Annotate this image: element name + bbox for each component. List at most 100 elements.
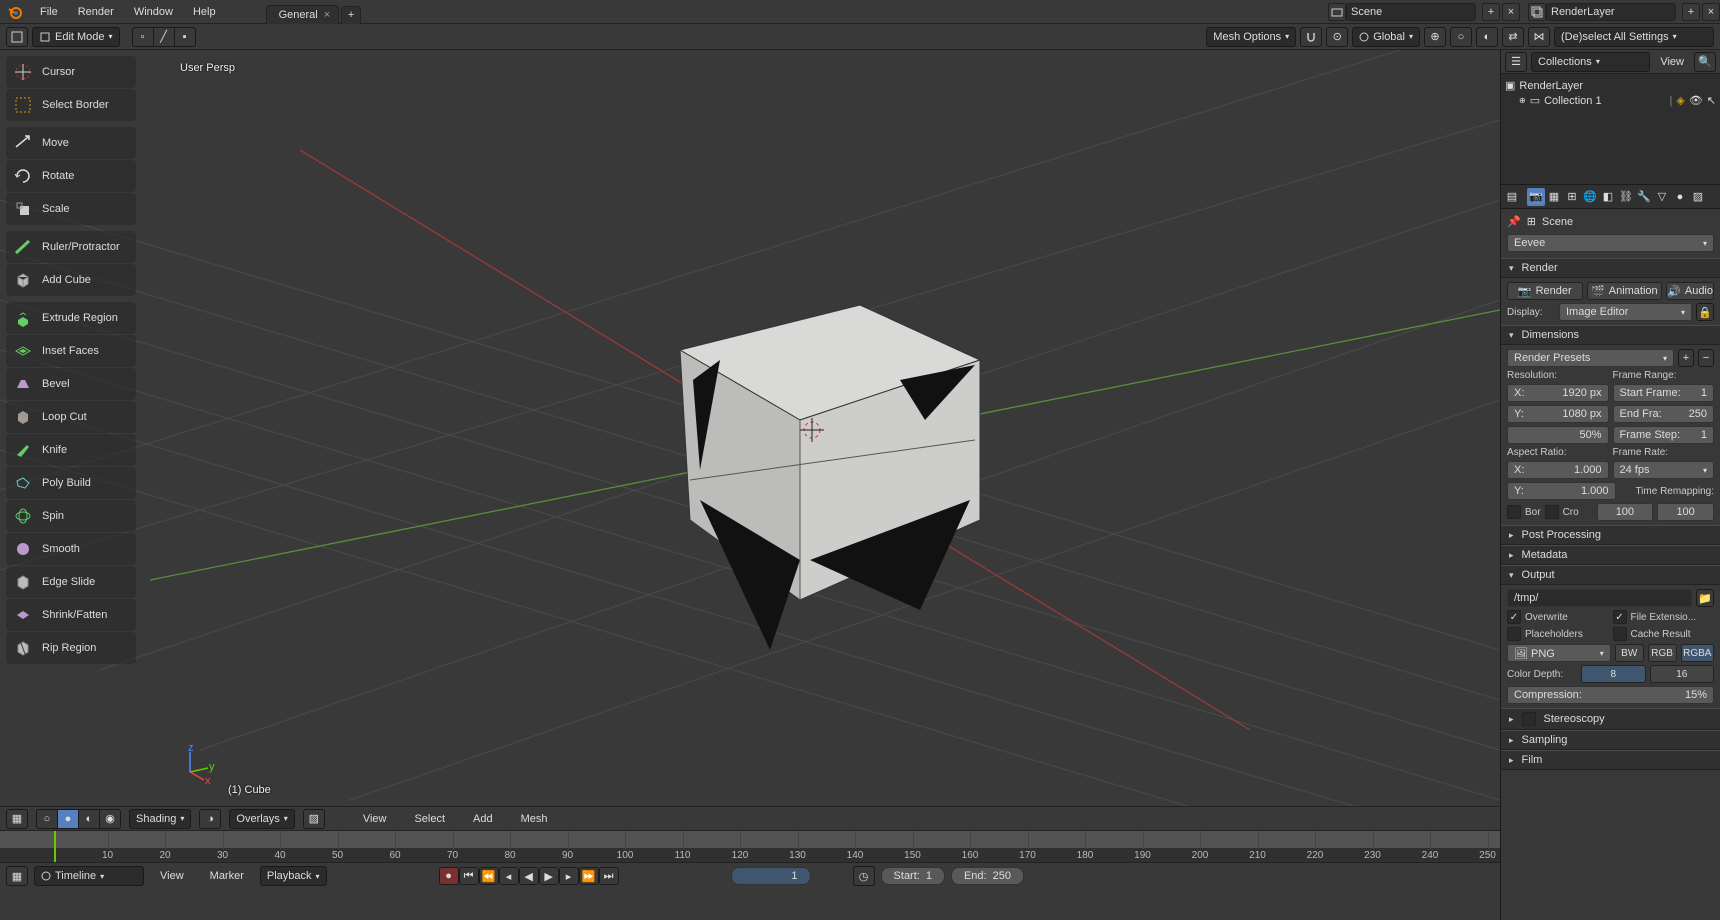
3d-viewport[interactable]: Cursor Select Border Move Rotate Scale R… [0, 50, 1500, 806]
keyframe-prev-icon[interactable]: ⏪ [479, 867, 499, 885]
mesh-options-dropdown[interactable]: Mesh Options▾ [1206, 27, 1296, 47]
format-dropdown[interactable]: 🖼 PNG▾ [1507, 644, 1611, 662]
texture-tab-icon[interactable]: ▨ [1689, 188, 1707, 206]
menu-window[interactable]: Window [124, 0, 183, 24]
tool-select-border[interactable]: Select Border [6, 89, 136, 121]
menu-tl-marker[interactable]: Marker [200, 864, 254, 888]
editor-type-icon[interactable]: ▦ [6, 866, 28, 886]
menu-add[interactable]: Add [463, 807, 503, 831]
panel-metadata-header[interactable]: Metadata [1501, 545, 1720, 565]
play-icon[interactable]: ▶ [539, 867, 559, 885]
mirror-icon[interactable]: ⇄ [1502, 27, 1524, 47]
xray-icon[interactable]: ▨ [303, 809, 325, 829]
aspect-y-field[interactable]: Y:1.000 [1507, 482, 1616, 500]
solid-icon[interactable]: ● [57, 809, 79, 829]
panel-render-header[interactable]: Render [1501, 258, 1720, 278]
render-tab-icon[interactable]: 📷 [1527, 188, 1545, 206]
resolution-pct-field[interactable]: 50% [1507, 426, 1609, 444]
depth16-button[interactable]: 16 [1650, 665, 1715, 683]
frame-step-field[interactable]: Frame Step:1 [1613, 426, 1715, 444]
outliner-mode-dropdown[interactable]: Collections▾ [1531, 52, 1650, 72]
jump-end-icon[interactable]: ⏭ [599, 867, 619, 885]
end-frame-field[interactable]: End:250 [951, 867, 1024, 885]
add-preset-icon[interactable]: + [1678, 349, 1694, 367]
overlays-dropdown[interactable]: Overlays▾ [229, 809, 294, 829]
tool-rotate[interactable]: Rotate [6, 160, 136, 192]
select-cursor-icon[interactable]: ↖ [1707, 94, 1716, 107]
play-reverse-icon[interactable]: ◀ [519, 867, 539, 885]
vertex-select-icon[interactable]: ▫ [132, 27, 154, 47]
audio-button[interactable]: 🔊Audio [1666, 282, 1714, 300]
current-frame-field[interactable]: 1 [731, 867, 811, 885]
layers-tab-icon[interactable]: ▦ [1545, 188, 1563, 206]
renderlayer-selector[interactable]: RenderLayer [1546, 3, 1676, 21]
close-icon[interactable]: × [324, 9, 330, 21]
tool-bevel[interactable]: Bevel [6, 368, 136, 400]
tool-cursor[interactable]: Cursor [6, 56, 136, 88]
pivot-icon[interactable]: ⊕ [1424, 27, 1446, 47]
edge-select-icon[interactable]: ╱ [153, 27, 175, 47]
scene-add-icon[interactable]: + [1482, 3, 1500, 21]
material-tab-icon[interactable]: ● [1671, 188, 1689, 206]
renderlayer-icon[interactable] [1528, 3, 1546, 21]
tool-rip[interactable]: Rip Region [6, 632, 136, 664]
outliner-type-icon[interactable]: ☰ [1505, 52, 1527, 72]
bw-button[interactable]: BW [1615, 644, 1644, 662]
scene-selector[interactable]: Scene [1346, 3, 1476, 21]
render-engine-dropdown[interactable]: Eevee▾ [1507, 234, 1714, 252]
resolution-x-field[interactable]: X:1920 px [1507, 384, 1609, 402]
panel-dimensions-header[interactable]: Dimensions [1501, 325, 1720, 345]
render-button[interactable]: 📷Render [1507, 282, 1583, 300]
lock-icon[interactable]: 🔒 [1696, 303, 1714, 321]
playhead[interactable] [54, 831, 56, 862]
overlay-toggle-icon[interactable]: ◑ [199, 809, 221, 829]
tool-move[interactable]: Move [6, 127, 136, 159]
resolution-y-field[interactable]: Y:1080 px [1507, 405, 1609, 423]
outliner-view-menu[interactable]: View [1654, 50, 1690, 74]
menu-help[interactable]: Help [183, 0, 226, 24]
visibility-icon[interactable]: 👁 [1689, 94, 1703, 107]
keyframe-next-icon[interactable]: ⏩ [579, 867, 599, 885]
tool-extrude[interactable]: Extrude Region [6, 302, 136, 334]
panel-film-header[interactable]: Film [1501, 750, 1720, 770]
display-dropdown[interactable]: Image Editor▾ [1559, 303, 1692, 321]
tool-add-cube[interactable]: Add Cube [6, 264, 136, 296]
tool-polybuild[interactable]: Poly Build [6, 467, 136, 499]
editor-type-icon[interactable] [6, 27, 28, 47]
tool-edge-slide[interactable]: Edge Slide [6, 566, 136, 598]
lookdev-icon[interactable]: ◐ [78, 809, 100, 829]
output-path-field[interactable]: /tmp/ [1507, 589, 1692, 607]
rendered-icon[interactable]: ◉ [99, 809, 121, 829]
world-tab-icon[interactable]: 🌐 [1581, 188, 1599, 206]
menu-file[interactable]: File [30, 0, 68, 24]
modifiers-tab-icon[interactable]: 🔧 [1635, 188, 1653, 206]
framerate-dropdown[interactable]: 24 fps▾ [1613, 461, 1715, 479]
scene-icon[interactable] [1328, 3, 1346, 21]
start-frame-field[interactable]: Start:1 [881, 867, 945, 885]
face-select-icon[interactable]: ▪ [174, 27, 196, 47]
context-tab-icon[interactable]: ▤ [1503, 188, 1521, 206]
tool-smooth[interactable]: Smooth [6, 533, 136, 565]
falloff-icon[interactable]: ◐ [1476, 27, 1498, 47]
tool-shrink-fatten[interactable]: Shrink/Fatten [6, 599, 136, 631]
timeremap-new-field[interactable]: 100 [1657, 503, 1714, 521]
timeremap-old-field[interactable]: 100 [1597, 503, 1654, 521]
end-frame-field[interactable]: End Fra:250 [1613, 405, 1715, 423]
editor-type-icon[interactable]: ▦ [6, 809, 28, 829]
timeline-scrubber[interactable]: 1020304050607080901001101201301401501601… [0, 831, 1500, 863]
placeholders-checkbox[interactable] [1507, 627, 1521, 641]
tool-loop-cut[interactable]: Loop Cut [6, 401, 136, 433]
next-frame-icon[interactable]: ▸ [559, 867, 579, 885]
automerge-icon[interactable]: ⋈ [1528, 27, 1550, 47]
panel-sampling-header[interactable]: Sampling [1501, 730, 1720, 750]
render-presets-dropdown[interactable]: Render Presets▾ [1507, 349, 1674, 367]
tool-scale[interactable]: Scale [6, 193, 136, 225]
data-tab-icon[interactable]: ▽ [1653, 188, 1671, 206]
renderlayer-remove-icon[interactable]: × [1702, 3, 1720, 21]
deselect-all-dropdown[interactable]: (De)select All Settings▾ [1554, 27, 1714, 47]
tool-spin[interactable]: Spin [6, 500, 136, 532]
search-icon[interactable]: 🔍 [1694, 52, 1716, 72]
autokey-icon[interactable]: ● [439, 867, 459, 885]
outliner-row-renderlayer[interactable]: ▣ RenderLayer [1505, 78, 1716, 93]
panel-stereoscopy-header[interactable]: Stereoscopy [1501, 708, 1720, 730]
